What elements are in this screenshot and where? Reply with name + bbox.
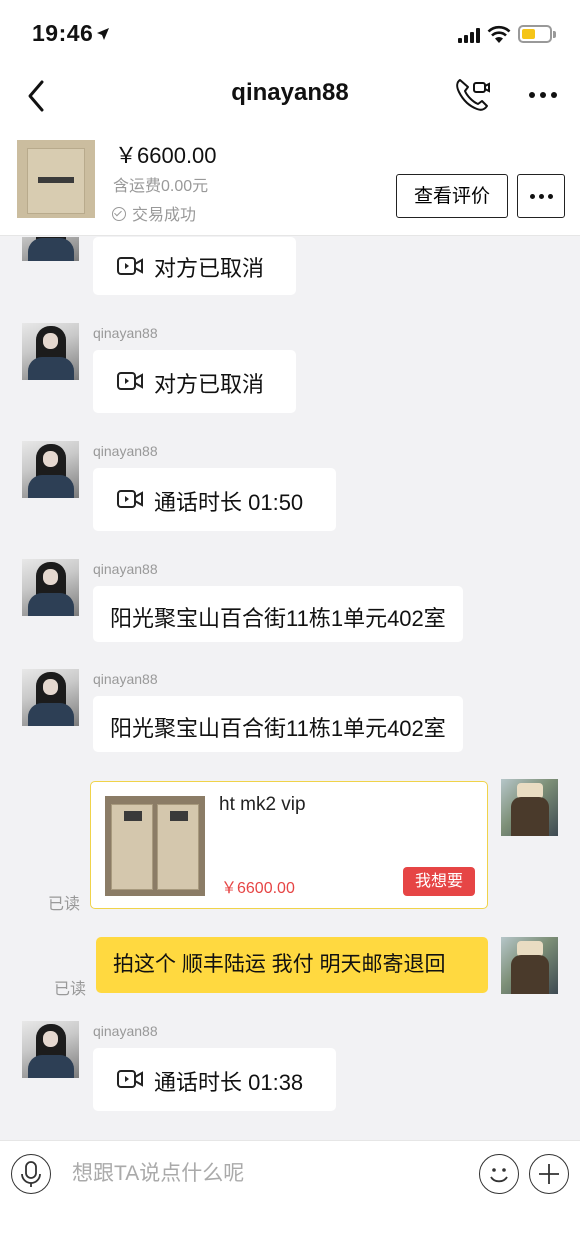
product-more-button[interactable] bbox=[517, 174, 565, 218]
message-text: 阳光聚宝山百合街11栋1单元402室 bbox=[110, 606, 446, 631]
avatar[interactable] bbox=[22, 323, 79, 380]
avatar[interactable] bbox=[22, 237, 79, 261]
sender-name: qinayan88 bbox=[93, 325, 158, 341]
avatar[interactable] bbox=[22, 559, 79, 616]
product-header: ￥6600.00 含运费0.00元 交易成功 查看评价 bbox=[0, 126, 580, 236]
avatar[interactable] bbox=[22, 441, 79, 498]
phone-video-call-icon[interactable] bbox=[452, 74, 492, 114]
chat-list[interactable]: 对方已取消 qinayan88 对方已取消 qinayan88 通话时长 01:… bbox=[0, 237, 580, 1140]
call-text: 对方已取消 bbox=[154, 256, 265, 281]
call-text: 对方已取消 bbox=[154, 372, 265, 397]
status-time: 19:46 bbox=[32, 20, 94, 46]
battery-cap bbox=[553, 31, 556, 38]
product-card-price: ￥6600.00 bbox=[221, 880, 295, 897]
want-button[interactable]: 我想要 bbox=[403, 867, 475, 896]
product-price: ￥6600.00 bbox=[115, 143, 217, 168]
video-call-icon bbox=[117, 490, 143, 508]
product-status-label: 交易成功 bbox=[132, 207, 197, 224]
check-circle-icon bbox=[112, 207, 126, 221]
page-title: qinayan88 bbox=[231, 79, 349, 106]
avatar[interactable] bbox=[501, 779, 558, 836]
product-card-image bbox=[105, 796, 205, 896]
sender-name: qinayan88 bbox=[93, 1023, 158, 1039]
plus-icon[interactable] bbox=[529, 1154, 569, 1194]
text-bubble[interactable]: 阳光聚宝山百合街11栋1单元402室 bbox=[93, 586, 463, 642]
call-bubble[interactable]: 通话时长 01:38 bbox=[93, 1048, 336, 1111]
avatar[interactable] bbox=[22, 669, 79, 726]
battery-icon bbox=[518, 25, 552, 43]
product-shipping: 含运费0.00元 bbox=[113, 178, 209, 195]
location-arrow-icon bbox=[97, 28, 109, 40]
product-card-title: ht mk2 vip bbox=[219, 794, 306, 815]
avatar[interactable] bbox=[501, 937, 558, 994]
cellular-signal-icon bbox=[458, 28, 482, 43]
video-call-icon bbox=[117, 257, 143, 275]
call-text: 通话时长 01:50 bbox=[154, 490, 304, 515]
read-status: 已读 bbox=[54, 981, 87, 998]
call-bubble[interactable]: 通话时长 01:50 bbox=[93, 468, 336, 531]
microphone-icon[interactable] bbox=[11, 1154, 51, 1194]
message-text: 阳光聚宝山百合街11栋1单元402室 bbox=[110, 716, 446, 741]
call-bubble[interactable]: 对方已取消 bbox=[93, 350, 296, 413]
sender-name: qinayan88 bbox=[93, 561, 158, 577]
video-call-icon bbox=[117, 1070, 143, 1088]
wifi-icon bbox=[487, 25, 511, 43]
video-call-icon bbox=[117, 372, 143, 390]
product-thumbnail[interactable] bbox=[17, 140, 95, 218]
read-status: 已读 bbox=[48, 896, 81, 913]
sender-name: qinayan88 bbox=[93, 671, 158, 687]
view-review-button[interactable]: 查看评价 bbox=[396, 174, 508, 218]
message-text: 拍这个 顺丰陆运 我付 明天邮寄退回 bbox=[113, 953, 446, 976]
more-options-icon[interactable] bbox=[526, 82, 560, 106]
text-bubble[interactable]: 阳光聚宝山百合街11栋1单元402室 bbox=[93, 696, 463, 752]
status-bar: 19:46 bbox=[0, 0, 580, 66]
avatar[interactable] bbox=[22, 1021, 79, 1078]
product-status: 交易成功 bbox=[112, 201, 196, 225]
call-text: 通话时长 01:38 bbox=[154, 1070, 304, 1095]
sender-name: qinayan88 bbox=[93, 443, 158, 459]
emoji-icon[interactable] bbox=[479, 1154, 519, 1194]
message-input[interactable] bbox=[72, 1158, 452, 1190]
call-bubble[interactable]: 对方已取消 bbox=[93, 237, 296, 295]
input-bar bbox=[0, 1140, 580, 1255]
self-text-bubble[interactable]: 拍这个 顺丰陆运 我付 明天邮寄退回 bbox=[96, 937, 488, 993]
product-card[interactable]: ht mk2 vip ￥6600.00 我想要 bbox=[90, 781, 488, 909]
nav-bar: qinayan88 bbox=[0, 66, 580, 126]
